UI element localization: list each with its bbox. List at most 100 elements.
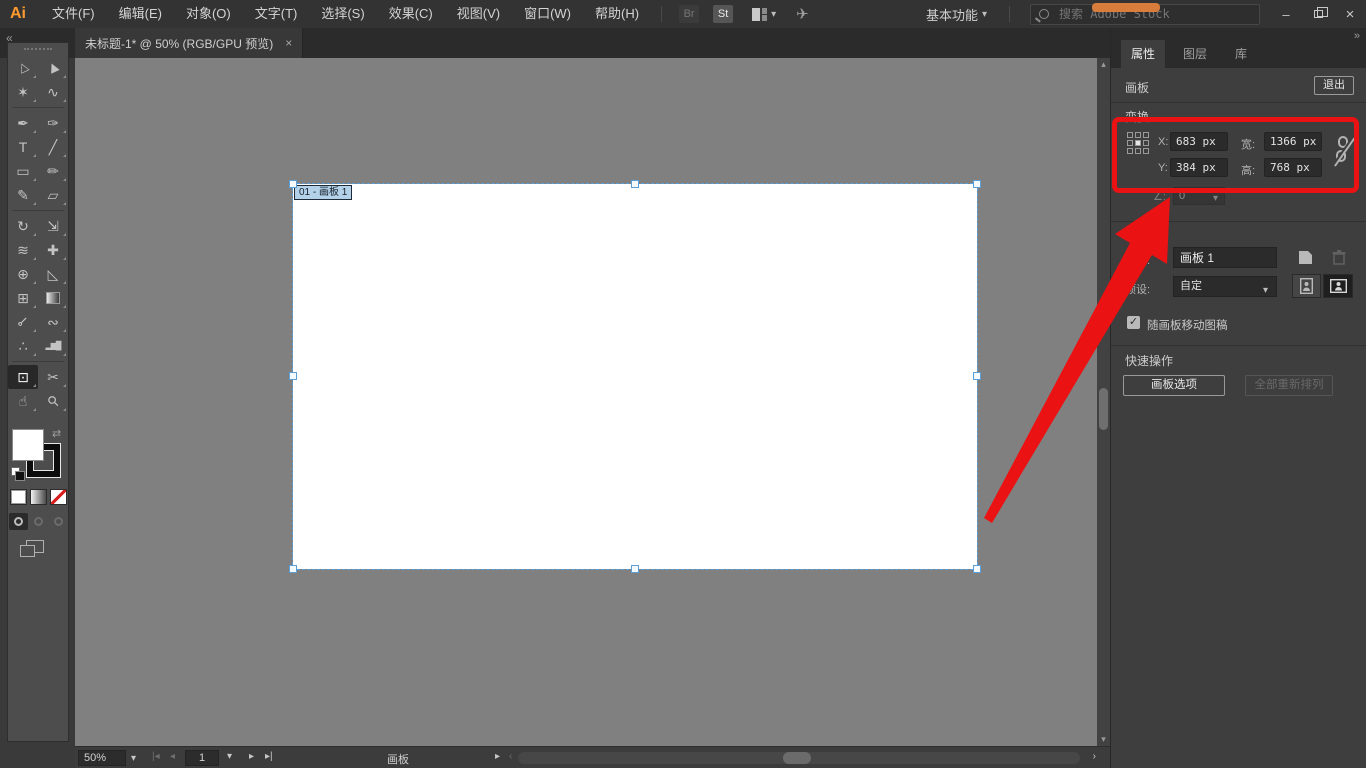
restore-button[interactable] — [1302, 0, 1334, 28]
rearrange-all-button[interactable]: 全部重新排列 — [1245, 375, 1333, 396]
artboard-handle[interactable] — [973, 372, 981, 380]
artboard-handle[interactable] — [289, 372, 297, 380]
panel-drag-handle[interactable] — [24, 48, 52, 50]
artboard-handle[interactable] — [973, 180, 981, 188]
portrait-orientation-button[interactable] — [1292, 274, 1321, 298]
move-art-with-artboard-checkbox[interactable]: ✓ — [1127, 316, 1140, 329]
menu-item[interactable]: 效果(C) — [377, 6, 445, 21]
next-artboard-button[interactable]: ▸ — [249, 751, 254, 762]
artboard-name-input[interactable] — [1173, 247, 1277, 268]
swap-fill-stroke-icon[interactable]: ⇄ — [52, 427, 61, 440]
horizontal-scrollbar[interactable] — [518, 752, 1080, 764]
change-screen-mode-button[interactable] — [26, 540, 44, 553]
tool-line-segment-tool[interactable]: ╱ — [38, 135, 68, 159]
delete-artboard-icon[interactable] — [1331, 249, 1347, 266]
scroll-down-icon[interactable]: ▾ — [1097, 734, 1110, 745]
collapse-panel-icon[interactable]: » — [1354, 30, 1358, 42]
workspace-switcher[interactable]: 基本功能 ▾ — [918, 5, 999, 24]
tool-lasso-tool[interactable]: ∿ — [38, 80, 68, 104]
previous-artboard-button[interactable]: ◂ — [170, 751, 175, 762]
tool-shape-builder-tool[interactable]: ⊕ — [8, 262, 38, 286]
new-artboard-icon[interactable] — [1297, 249, 1314, 266]
document-layout-icon[interactable] — [752, 8, 767, 21]
tool-magic-wand-tool[interactable]: ✶ — [8, 80, 38, 104]
draw-behind-button[interactable] — [29, 513, 48, 530]
tool-rectangle-tool[interactable]: ▭ — [8, 159, 38, 183]
panel-tab-属性[interactable]: 属性 — [1121, 40, 1165, 68]
panel-tab-图层[interactable]: 图层 — [1173, 40, 1217, 68]
close-tab-icon[interactable]: × — [285, 36, 292, 50]
menu-item[interactable]: 视图(V) — [445, 6, 512, 21]
menu-item[interactable]: 帮助(H) — [583, 6, 651, 21]
tool-symbol-sprayer-tool[interactable]: ∴ — [8, 334, 38, 358]
tool-width-tool[interactable]: ≋ — [8, 238, 38, 262]
artboard-handle[interactable] — [289, 180, 297, 188]
default-fill-stroke-icon[interactable] — [11, 467, 24, 480]
menu-item[interactable]: 编辑(E) — [107, 6, 174, 21]
document-tab[interactable]: 未标题-1* @ 50% (RGB/GPU 预览) × — [75, 28, 303, 58]
artboard-handle[interactable] — [289, 565, 297, 573]
draw-normal-button[interactable] — [9, 513, 28, 530]
horizontal-scroll-thumb[interactable] — [783, 752, 811, 764]
vertical-scrollbar[interactable]: ▴ ▾ — [1097, 58, 1110, 746]
artboard-name-label[interactable]: 01 - 画板 1 — [294, 185, 352, 200]
tool-direct-selection-tool[interactable]: ▶ — [38, 56, 68, 80]
status-expand-icon[interactable]: ▸ — [495, 751, 500, 762]
tool-artboard-tool[interactable]: ⊡ — [8, 365, 38, 389]
draw-inside-button[interactable] — [49, 513, 68, 530]
bridge-icon[interactable]: Br — [679, 5, 699, 23]
last-artboard-button[interactable]: ▸| — [265, 751, 273, 762]
artboard-handle[interactable] — [631, 565, 639, 573]
artboard-options-button[interactable]: 画板选项 — [1123, 375, 1225, 396]
artboard[interactable] — [293, 184, 977, 569]
tool-hand-tool[interactable]: ☝ — [8, 389, 38, 413]
tool-shaper-tool[interactable]: ✎ — [8, 183, 38, 207]
panel-tab-库[interactable]: 库 — [1225, 40, 1257, 68]
none-button[interactable] — [50, 489, 67, 505]
artboard-handle[interactable] — [973, 565, 981, 573]
tool-perspective-grid-tool[interactable]: ◺ — [38, 262, 68, 286]
artboard-dropdown-icon[interactable]: ▾ — [227, 751, 232, 762]
tool-puppet-warp-tool[interactable]: ✚ — [38, 238, 68, 262]
tool-curvature-tool[interactable]: ✑ — [38, 111, 68, 135]
tool-zoom-tool[interactable]: ⚲ — [38, 389, 68, 413]
menu-item[interactable]: 对象(O) — [174, 6, 243, 21]
tool-column-graph-tool[interactable]: ▂▆█ — [38, 334, 68, 358]
landscape-orientation-button[interactable] — [1323, 274, 1353, 298]
tool-gradient-tool[interactable] — [38, 286, 68, 310]
exit-artboard-mode-button[interactable]: 退出 — [1314, 76, 1354, 95]
preset-dropdown[interactable]: 自定 ▾ — [1173, 276, 1277, 297]
tool-rotate-tool[interactable]: ↻ — [8, 214, 38, 238]
first-artboard-button[interactable]: |◂ — [152, 751, 160, 762]
tool-pen-tool[interactable]: ✒ — [8, 111, 38, 135]
scroll-right-icon[interactable]: › — [1093, 751, 1096, 762]
tool-type-tool[interactable]: T — [8, 135, 38, 159]
share-icon[interactable]: ✈ — [796, 5, 809, 23]
tool-mesh-tool[interactable]: ⊞ — [8, 286, 38, 310]
menu-item[interactable]: 选择(S) — [309, 6, 376, 21]
stock-icon[interactable]: St — [713, 5, 733, 23]
vertical-scroll-thumb[interactable] — [1099, 388, 1108, 430]
gradient-button[interactable] — [30, 489, 47, 505]
menu-item[interactable]: 文字(T) — [243, 6, 310, 21]
scroll-up-icon[interactable]: ▴ — [1097, 59, 1110, 70]
color-button[interactable] — [10, 489, 27, 505]
close-button[interactable]: × — [1334, 0, 1366, 28]
tool-eyedropper-tool[interactable]: ⊸ — [8, 310, 38, 334]
tool-eraser-tool[interactable]: ▱ — [38, 183, 68, 207]
menu-item[interactable]: 窗口(W) — [512, 6, 583, 21]
minimize-button[interactable]: – — [1270, 0, 1302, 28]
tool-scale-tool[interactable]: ⇲ — [38, 214, 68, 238]
menu-item[interactable]: 文件(F) — [40, 6, 107, 21]
fill-color-swatch[interactable] — [12, 429, 44, 461]
scroll-left-icon[interactable]: ‹ — [509, 751, 512, 762]
zoom-dropdown-icon[interactable]: ▾ — [131, 753, 136, 764]
tool-blend-tool[interactable]: ∾ — [38, 310, 68, 334]
tool-slice-tool[interactable]: ✂ — [38, 365, 68, 389]
artboard-number-field[interactable]: 1 — [185, 750, 219, 766]
tool-selection-tool[interactable]: ▷ — [8, 56, 38, 80]
zoom-level-field[interactable]: 50% — [78, 750, 126, 766]
tool-paintbrush-tool[interactable]: ✏ — [38, 159, 68, 183]
canvas[interactable]: 01 - 画板 1 ▴ ▾ — [75, 58, 1110, 746]
artboard-handle[interactable] — [631, 180, 639, 188]
